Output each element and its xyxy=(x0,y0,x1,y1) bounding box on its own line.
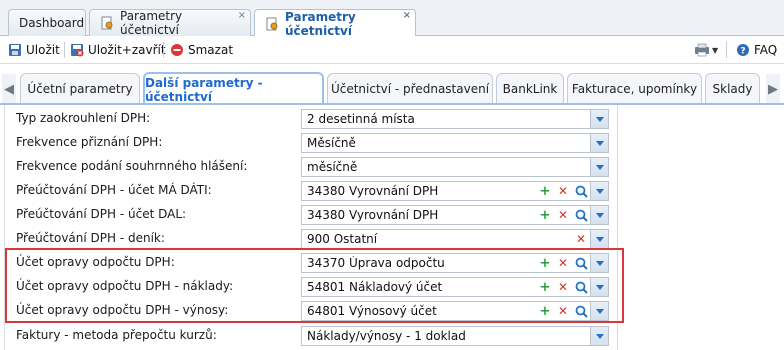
settings-document-icon xyxy=(100,16,114,30)
rounding-select[interactable]: 2 desetinná místa xyxy=(301,109,609,129)
field-row-summary-frequency: Frekvence podání souhrnného hlášení: měs… xyxy=(5,155,617,179)
field-row-vat-frequency: Frekvence přiznání DPH: Měsíčně xyxy=(5,131,617,155)
floppy-disk-close-icon xyxy=(70,43,84,57)
chevron-down-icon xyxy=(595,212,604,218)
chevron-down-icon: ▼ xyxy=(712,45,719,55)
vat-debit-account-select[interactable]: 34380 Vyrovnání DPH + ✕ xyxy=(301,181,609,201)
field-value: 2 desetinná místa xyxy=(307,112,415,126)
field-row-rounding: Typ zaokrouhlení DPH: 2 desetinná místa xyxy=(5,107,617,131)
clear-icon[interactable]: ✕ xyxy=(554,182,572,200)
scroll-left-arrow-icon[interactable]: ◀ xyxy=(2,74,16,104)
dropdown-button[interactable] xyxy=(590,158,608,176)
field-row-vat-credit-account: Přeúčtování DPH - účet DAL: 34380 Vyrovn… xyxy=(5,203,617,227)
tab-ucetnictvi-prednastaveni[interactable]: Účetnictví - přednastavení xyxy=(327,73,493,104)
field-label: Přeúčtování DPH - účet DAL: xyxy=(16,207,187,221)
field-label: Frekvence přiznání DPH: xyxy=(16,135,163,149)
field-row-exchange-method: Faktury - metoda přepočtu kurzů: Náklady… xyxy=(5,324,617,348)
field-value: měsíčně xyxy=(307,160,358,174)
tab-dashboard[interactable]: Dashboard xyxy=(8,9,86,36)
delete-button[interactable]: Smazat xyxy=(170,41,233,59)
clear-icon[interactable]: ✕ xyxy=(554,206,572,224)
settings-document-icon xyxy=(265,17,279,31)
field-value: 900 Ostatní xyxy=(307,232,378,246)
toolbar-separator xyxy=(726,42,727,58)
close-icon[interactable]: × xyxy=(403,11,411,21)
toolbar-separator xyxy=(64,42,65,58)
chevron-down-icon xyxy=(595,164,604,170)
save-button[interactable]: Uložit xyxy=(8,41,60,59)
tab-label: Parametry účetnictví xyxy=(120,9,183,37)
svg-text:?: ? xyxy=(740,47,745,57)
field-label: Přeúčtování DPH - deník: xyxy=(16,231,165,245)
dropdown-button[interactable] xyxy=(590,206,608,224)
search-icon[interactable] xyxy=(572,206,590,224)
field-label: Typ zaokrouhlení DPH: xyxy=(16,111,151,125)
faq-button[interactable]: ? FAQ xyxy=(736,41,777,59)
field-label: Faktury - metoda přepočtu kurzů: xyxy=(16,328,217,342)
search-icon[interactable] xyxy=(572,182,590,200)
tab-dalsi-parametry-ucetnictvi[interactable]: Další parametry - účetnictví xyxy=(143,72,324,105)
tab-parametry-ucetnictvi-2[interactable]: Parametry účetnictví × xyxy=(254,9,416,38)
scroll-right-arrow-icon[interactable]: ▶ xyxy=(766,74,780,104)
field-row-vat-debit-account: Přeúčtování DPH - účet MÁ DÁTI: 34380 Vy… xyxy=(5,179,617,203)
summary-frequency-select[interactable]: měsíčně xyxy=(301,157,609,177)
add-icon[interactable]: + xyxy=(536,182,554,200)
tab-label: Dashboard xyxy=(19,16,85,30)
save-and-close-button[interactable]: Uložit+zavřít xyxy=(70,41,166,59)
document-tab-strip: Dashboard Parametry účetnictví × Paramet… xyxy=(0,0,784,38)
field-value: 34380 Vyrovnání DPH xyxy=(307,208,439,222)
vat-journal-select[interactable]: 900 Ostatní ✕ xyxy=(301,229,609,249)
tab-sklady[interactable]: Sklady xyxy=(705,73,760,104)
dropdown-button[interactable] xyxy=(590,327,608,345)
dropdown-button[interactable] xyxy=(590,230,608,248)
field-value: 34380 Vyrovnání DPH xyxy=(307,184,439,198)
field-value: Měsíčně xyxy=(307,136,356,150)
chevron-down-icon xyxy=(595,333,604,339)
close-icon[interactable]: × xyxy=(238,11,246,21)
help-icon: ? xyxy=(736,43,750,57)
highlight-box xyxy=(5,248,624,323)
dropdown-button[interactable] xyxy=(590,110,608,128)
chevron-down-icon xyxy=(595,236,604,242)
tab-parametry-ucetnictvi-1[interactable]: Parametry účetnictví × xyxy=(89,9,251,37)
field-label: Přeúčtování DPH - účet MÁ DÁTI: xyxy=(16,183,212,197)
parameter-tabs: ◀ Účetní parametry Další parametry - úče… xyxy=(0,64,784,105)
toolbar: Uložit Uložit+zavřít Smazat ▼ ? FAQ xyxy=(0,36,784,64)
print-menu-button[interactable]: ▼ xyxy=(694,41,718,59)
add-icon[interactable]: + xyxy=(536,206,554,224)
field-label: Frekvence podání souhrnného hlášení: xyxy=(16,159,248,173)
toolbar-separator xyxy=(163,42,164,58)
tab-fakturace-upominky[interactable]: Fakturace, upomínky xyxy=(567,73,702,104)
floppy-disk-icon xyxy=(8,43,22,57)
tab-banklink[interactable]: BankLink xyxy=(496,73,564,104)
delete-icon xyxy=(170,43,184,57)
tab-ucetni-parametry[interactable]: Účetní parametry xyxy=(20,73,140,104)
clear-icon[interactable]: ✕ xyxy=(572,230,590,248)
dropdown-button[interactable] xyxy=(590,182,608,200)
field-value: Náklady/výnosy - 1 doklad xyxy=(307,329,466,343)
chevron-down-icon xyxy=(595,140,604,146)
vat-credit-account-select[interactable]: 34380 Vyrovnání DPH + ✕ xyxy=(301,205,609,225)
exchange-method-select[interactable]: Náklady/výnosy - 1 doklad xyxy=(301,326,609,346)
vat-frequency-select[interactable]: Měsíčně xyxy=(301,133,609,153)
tab-label: Parametry účetnictví xyxy=(285,9,356,38)
dropdown-button[interactable] xyxy=(590,134,608,152)
chevron-down-icon xyxy=(595,116,604,122)
printer-icon xyxy=(694,43,709,57)
chevron-down-icon xyxy=(595,188,604,194)
